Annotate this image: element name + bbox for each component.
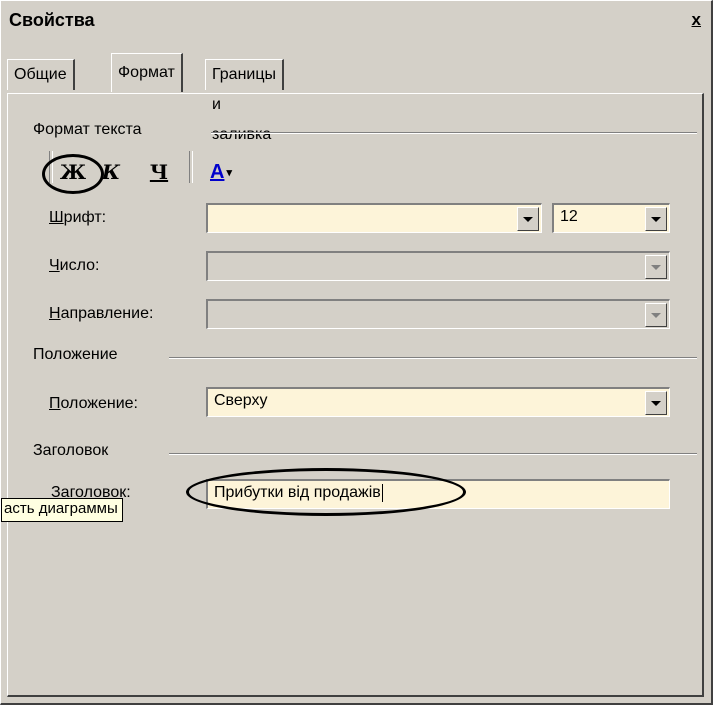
direction-select[interactable] — [206, 299, 670, 329]
font-size-select[interactable]: 12 — [552, 203, 670, 233]
underline-icon: Ч — [149, 160, 169, 184]
chevron-down-icon: ▾ — [226, 166, 232, 179]
chevron-down-icon[interactable] — [645, 207, 667, 231]
number-label: Число: — [49, 257, 100, 274]
group-divider — [169, 357, 697, 359]
position-group-label: Положение — [33, 346, 124, 364]
close-button[interactable]: x — [692, 10, 701, 30]
text-format-group-label: Формат текста — [33, 121, 148, 139]
toolbar-separator — [49, 151, 53, 183]
title-group-label: Заголовок — [33, 442, 115, 460]
group-divider — [211, 132, 697, 134]
chevron-down-icon[interactable] — [517, 207, 539, 231]
font-color-icon: А — [210, 160, 225, 183]
position-select[interactable]: Сверху — [206, 387, 670, 417]
tooltip: асть диаграммы — [1, 498, 123, 522]
direction-label: Направление: — [49, 305, 154, 322]
group-divider — [169, 453, 697, 455]
title-input[interactable]: Прибутки від продажів — [206, 479, 670, 509]
chevron-down-icon[interactable] — [645, 303, 667, 327]
tab-borders-fill[interactable]: Границы и заливка — [205, 59, 284, 143]
bold-icon: Ж — [59, 160, 87, 184]
font-color-button[interactable]: А ▾ — [197, 156, 245, 188]
bold-button[interactable]: Ж — [57, 156, 89, 188]
font-select[interactable] — [206, 203, 542, 233]
properties-dialog: Свойства x Общие Формат Границы и заливк… — [0, 0, 713, 705]
chevron-down-icon[interactable] — [645, 255, 667, 279]
italic-button[interactable]: К — [95, 156, 127, 188]
number-select[interactable] — [206, 251, 670, 281]
underline-button[interactable]: Ч — [143, 156, 175, 188]
title-bar: Свойства x — [1, 1, 711, 39]
font-label: Шрифт: — [49, 209, 107, 226]
tab-format[interactable]: Формат — [111, 53, 183, 92]
italic-icon: К — [101, 160, 121, 184]
tab-general[interactable]: Общие — [7, 59, 75, 90]
position-label: Положение: — [49, 395, 138, 412]
chevron-down-icon[interactable] — [645, 391, 667, 415]
dialog-title: Свойства — [9, 10, 95, 30]
toolbar-separator — [189, 151, 193, 183]
